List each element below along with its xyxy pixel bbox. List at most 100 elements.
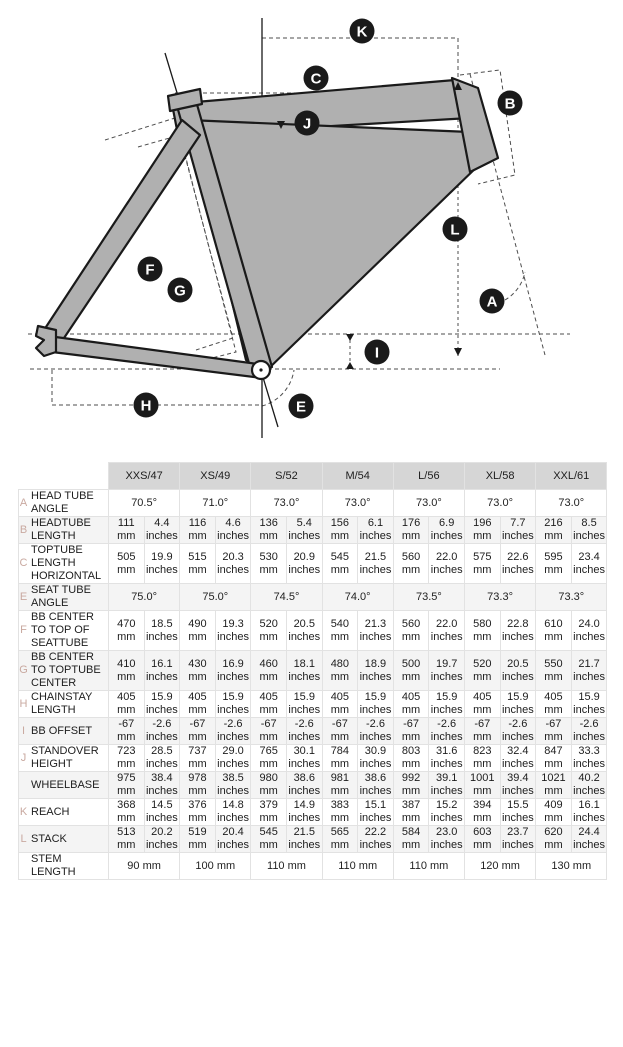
value-number: 16.1	[151, 657, 173, 670]
value-unit: inches	[430, 704, 463, 716]
value-unit: mm	[473, 530, 492, 542]
cell-value-inches: 38.4 inches	[143, 771, 181, 799]
value-number: 460	[259, 657, 278, 670]
value-unit: inches	[359, 758, 392, 770]
diagram-marker-i: I	[364, 339, 390, 365]
value-unit: mm	[401, 785, 421, 797]
value-unit: mm	[188, 563, 207, 576]
value-number: 216	[544, 517, 563, 529]
table-row: B HEADTUBE LENGTH 111 mm 4.4 inches 116 mm 4.6 in…	[18, 516, 608, 544]
cell-value-mm: -67 mm	[108, 717, 145, 745]
value-unit: inches	[430, 530, 463, 542]
value-unit: mm	[259, 670, 278, 683]
diagram-marker-h: H	[133, 392, 159, 418]
value-number: 379	[259, 799, 278, 811]
row-label-text: HEADTUBE LENGTH	[31, 517, 91, 542]
cell-value-inches: 31.6 inches	[428, 744, 465, 772]
value-number: 38.6	[364, 772, 387, 784]
value-unit: inches	[359, 630, 392, 643]
table-row: L STACK 513 mm 20.2 inches 519 mm 20.4 inches 545 m…	[18, 825, 608, 853]
value-number: 847	[544, 745, 563, 757]
value-unit: mm	[188, 839, 207, 851]
value-unit: mm	[401, 704, 421, 716]
cell-value-mm: 723 mm	[108, 744, 145, 772]
table-row: G BB CENTER TO TOPTUBE CENTER 410 mm 16.1 inc…	[18, 650, 608, 691]
value-unit: mm	[401, 758, 421, 770]
cell-value-mm: 405 mm	[108, 690, 145, 718]
cell-value-mm: 595 mm	[535, 543, 572, 584]
value-unit: mm	[188, 530, 207, 542]
cell-value-mm: 196 mm	[463, 516, 501, 544]
value-unit: inches	[288, 670, 321, 683]
cell-value-mm: 575 mm	[463, 543, 501, 584]
value-number: -67	[474, 718, 491, 730]
header-corner-blank	[19, 463, 109, 490]
value-number: 38.4	[151, 772, 173, 784]
value-unit: mm	[544, 530, 563, 542]
cell-value: 130 mm	[535, 852, 608, 880]
row-letter: J	[20, 751, 27, 764]
value-number: 18.1	[293, 657, 315, 670]
row-label-wrap: E SEAT TUBE ANGLE	[19, 584, 108, 610]
seat-stay	[42, 118, 202, 346]
diagram-marker-e: E	[288, 393, 314, 419]
size-column-header: XXL/61	[535, 462, 608, 490]
value-unit: inches	[359, 530, 392, 542]
value-number: -67	[331, 718, 348, 730]
value-number: 978	[188, 772, 207, 784]
value-number: 21.5	[364, 550, 387, 563]
row-label-cell: L STACK	[18, 825, 109, 853]
cell-value-mm: 620 mm	[535, 825, 572, 853]
value-number: 4.6	[225, 517, 241, 529]
value-number: 33.3	[578, 745, 600, 757]
row-label-wrap: H CHAINSTAY LENGTH	[19, 691, 108, 717]
row-label-text: BB CENTER TO TOPTUBE CENTER	[31, 651, 101, 689]
cell-value-mm: 520 mm	[463, 650, 501, 691]
diagram-marker-g: G	[167, 277, 193, 303]
row-label-text: BB CENTER TO TOP OF SEATTUBE	[31, 611, 94, 649]
row-label-cell: C TOPTUBE LENGTH HORIZONTAL	[18, 543, 109, 584]
cell-value: 73.3°	[535, 583, 608, 611]
cell-value-inches: 6.9 inches	[428, 516, 465, 544]
value-number: 21.7	[578, 657, 600, 670]
cell-value-inches: 15.9 inches	[357, 690, 394, 718]
value-number: 22.0	[435, 617, 458, 630]
row-label-wrap: C TOPTUBE LENGTH HORIZONTAL	[19, 544, 108, 583]
size-column-header: XS/49	[179, 462, 252, 490]
value-number: 575	[473, 550, 492, 563]
value-unit: mm	[188, 812, 207, 824]
marker-label-b: B	[505, 96, 516, 113]
cell-value-mm: 500 mm	[392, 650, 430, 691]
marker-label-g: G	[174, 283, 186, 300]
cell-value-mm: 1021 mm	[535, 771, 572, 799]
value-number: 5.4	[296, 517, 312, 529]
row-letter: C	[19, 557, 28, 569]
value-number: 22.6	[507, 550, 529, 563]
value-number: 405	[544, 691, 563, 703]
value-unit: inches	[573, 563, 605, 576]
cell-value: 73.5°	[392, 583, 465, 611]
value-number: 23.7	[507, 826, 529, 838]
row-label-text: HEAD TUBE ANGLE	[31, 490, 94, 515]
row-label-cell: I BB OFFSET	[18, 717, 109, 745]
cell-value: 73.0°	[321, 489, 394, 517]
value-unit: inches	[430, 630, 463, 643]
value-unit: inches	[501, 704, 534, 716]
value-number: 4.4	[154, 517, 170, 529]
value-number: 603	[473, 826, 492, 838]
value-number: 823	[473, 745, 492, 757]
cell-value-mm: 803 mm	[392, 744, 430, 772]
value-number: 520	[259, 617, 278, 630]
cell-value-inches: 7.7 inches	[499, 516, 537, 544]
row-label-text: REACH	[31, 805, 70, 818]
value-unit: inches	[430, 563, 463, 576]
cell-value-mm: 394 mm	[463, 798, 501, 826]
value-unit: inches	[430, 812, 463, 824]
value-number: 405	[117, 691, 136, 703]
cell-value-inches: 15.9 inches	[499, 690, 537, 718]
value-number: -2.6	[508, 718, 528, 730]
value-unit: mm	[188, 704, 207, 716]
row-label-text: STACK	[31, 832, 67, 845]
value-number: 20.5	[293, 617, 315, 630]
value-unit: mm	[473, 758, 492, 770]
